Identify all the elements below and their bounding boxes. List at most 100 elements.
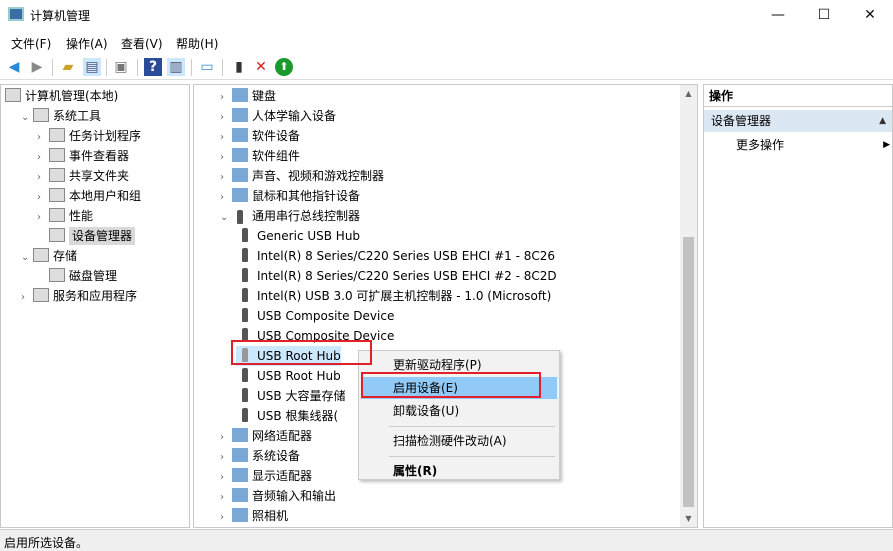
collapsed-chevron-icon[interactable]: ›	[37, 208, 49, 228]
collapsed-chevron-icon[interactable]: ›	[37, 188, 49, 208]
collapsed-chevron-icon[interactable]: ›	[220, 488, 232, 508]
collapsed-chevron-icon[interactable]: ›	[220, 108, 232, 128]
menu-file[interactable]: 文件(F)	[11, 35, 51, 52]
tree-item[interactable]: 磁盘管理	[37, 266, 117, 286]
collapsed-chevron-icon[interactable]: ›	[21, 288, 33, 308]
collapsed-chevron-icon[interactable]: ›	[220, 88, 232, 108]
device-tree-item[interactable]: › 照相机	[220, 506, 288, 526]
device-tree-item[interactable]: USB 根集线器(	[236, 406, 338, 426]
context-menu-item[interactable]: 卸载设备(U)	[361, 400, 557, 422]
actions-section-device-manager[interactable]: 设备管理器 ▲	[704, 110, 892, 132]
device-label: 通用串行总线控制器	[252, 209, 361, 223]
menu-view[interactable]: 查看(V)	[121, 35, 163, 52]
collapsed-chevron-icon[interactable]: ›	[220, 468, 232, 488]
title-bar: 计算机管理 — ☐ ✕	[0, 0, 893, 30]
device-tree-item[interactable]: Intel(R) 8 Series/C220 Series USB EHCI #…	[236, 246, 555, 266]
action-pane-icon[interactable]: ▥	[167, 58, 185, 76]
menu-help[interactable]: 帮助(H)	[176, 35, 218, 52]
tree-item[interactable]: 设备管理器	[37, 226, 136, 246]
collapsed-chevron-icon[interactable]: ›	[220, 508, 232, 528]
vertical-scrollbar[interactable]: ▲ ▼	[680, 85, 697, 527]
tree-item[interactable]: › 服务和应用程序	[21, 286, 137, 306]
device-tree-item[interactable]: › 系统设备	[220, 446, 300, 466]
forward-arrow-icon[interactable]: ▶	[28, 58, 46, 76]
collapsed-chevron-icon[interactable]: ›	[220, 148, 232, 168]
expanded-chevron-icon[interactable]: ⌄	[21, 248, 33, 268]
properties-icon[interactable]: ▣	[112, 58, 130, 76]
tree-item[interactable]: › 任务计划程序	[37, 126, 141, 146]
device-tree-item[interactable]: › 软件设备	[220, 126, 300, 146]
monitor-icon[interactable]: ▭	[198, 58, 216, 76]
usb-icon	[232, 210, 248, 224]
expanded-chevron-icon[interactable]: ⌄	[220, 208, 232, 228]
device-tree-item[interactable]: ⌄ 通用串行总线控制器	[220, 206, 360, 226]
update-driver-icon[interactable]: ▮	[230, 58, 248, 76]
collapsed-chevron-icon[interactable]: ›	[220, 188, 232, 208]
device-label: Intel(R) USB 3.0 可扩展主机控制器 - 1.0 (Microso…	[257, 289, 552, 303]
device-label: 网络适配器	[252, 429, 313, 443]
device-tree-item[interactable]: › 网络适配器	[220, 426, 312, 446]
usb-icon	[242, 268, 248, 282]
maximize-button[interactable]: ☐	[801, 0, 847, 30]
enable-icon[interactable]: ⬆	[275, 58, 293, 76]
device-tree-item[interactable]: USB 大容量存储	[236, 386, 345, 406]
audio-icon	[232, 488, 248, 502]
device-label: 鼠标和其他指针设备	[252, 189, 361, 203]
collapsed-chevron-icon[interactable]: ›	[37, 148, 49, 168]
tree-item[interactable]: › 性能	[37, 206, 93, 226]
device-label: 软件设备	[252, 129, 301, 143]
collapsed-chevron-icon[interactable]: ›	[220, 168, 232, 188]
device-label: USB 大容量存储	[257, 389, 346, 403]
help-icon[interactable]: ?	[144, 58, 162, 76]
more-actions[interactable]: 更多操作 ▶	[736, 135, 890, 155]
device-tree-item[interactable]: › 音频输入和输出	[220, 486, 336, 506]
tree-item[interactable]: › 事件查看器	[37, 146, 129, 166]
collapsed-chevron-icon[interactable]: ›	[37, 168, 49, 188]
device-tree-item[interactable]: USB Composite Device	[236, 306, 394, 326]
tree-node-icon	[49, 228, 65, 242]
device-tree-item[interactable]: USB Root Hub	[236, 366, 341, 386]
device-tree-item[interactable]: › 软件组件	[220, 146, 300, 166]
scroll-down-button[interactable]: ▼	[680, 510, 697, 527]
context-menu-item[interactable]: 扫描检测硬件改动(A)	[361, 430, 557, 452]
tree-node-icon	[33, 248, 49, 262]
show-hide-tree-icon[interactable]: ▤	[83, 58, 101, 76]
device-label: Intel(R) 8 Series/C220 Series USB EHCI #…	[257, 269, 557, 283]
close-button[interactable]: ✕	[847, 0, 893, 30]
minimize-button[interactable]: —	[755, 0, 801, 30]
device-tree-item[interactable]: › 声音、视频和游戏控制器	[220, 166, 384, 186]
scrollbar-thumb[interactable]	[683, 237, 694, 507]
device-tree-item[interactable]: Generic USB Hub	[236, 226, 360, 246]
device-tree-item[interactable]: › 显示适配器	[220, 466, 312, 486]
device-tree-item[interactable]: Intel(R) 8 Series/C220 Series USB EHCI #…	[236, 266, 557, 286]
expanded-chevron-icon[interactable]: ⌄	[21, 108, 33, 128]
device-tree-item[interactable]: › 键盘	[220, 86, 276, 106]
tree-node-icon	[33, 108, 49, 122]
up-folder-icon[interactable]: ▰	[59, 58, 77, 76]
back-arrow-icon[interactable]: ◀	[5, 58, 23, 76]
scroll-up-button[interactable]: ▲	[680, 85, 697, 102]
tree-item[interactable]: ⌄ 系统工具	[21, 106, 101, 126]
collapsed-chevron-icon[interactable]: ›	[220, 428, 232, 448]
collapsed-chevron-icon[interactable]: ›	[37, 128, 49, 148]
menu-action[interactable]: 操作(A)	[66, 35, 108, 52]
device-tree-item[interactable]: Intel(R) USB 3.0 可扩展主机控制器 - 1.0 (Microso…	[236, 286, 551, 306]
app-icon	[8, 7, 24, 21]
device-label: 系统设备	[252, 449, 301, 463]
context-menu-item[interactable]: 属性(R)	[361, 460, 557, 482]
tree-item[interactable]: › 本地用户和组	[37, 186, 141, 206]
tree-item[interactable]: ⌄ 存储	[21, 246, 77, 266]
speaker-icon	[232, 168, 248, 182]
usb-icon	[242, 248, 248, 262]
actions-header: 操作	[704, 85, 892, 107]
tree-item-label: 系统工具	[53, 109, 102, 123]
collapsed-chevron-icon[interactable]: ›	[220, 128, 232, 148]
collapsed-chevron-icon[interactable]: ›	[220, 448, 232, 468]
tree-item[interactable]: 计算机管理(本地)	[5, 86, 118, 106]
tree-item[interactable]: › 共享文件夹	[37, 166, 129, 186]
uninstall-icon[interactable]: ✕	[252, 58, 270, 76]
tree-item-label: 性能	[69, 209, 94, 223]
tree-item-label: 服务和应用程序	[53, 289, 138, 303]
device-tree-item[interactable]: › 人体学输入设备	[220, 106, 336, 126]
device-tree-item[interactable]: › 鼠标和其他指针设备	[220, 186, 360, 206]
